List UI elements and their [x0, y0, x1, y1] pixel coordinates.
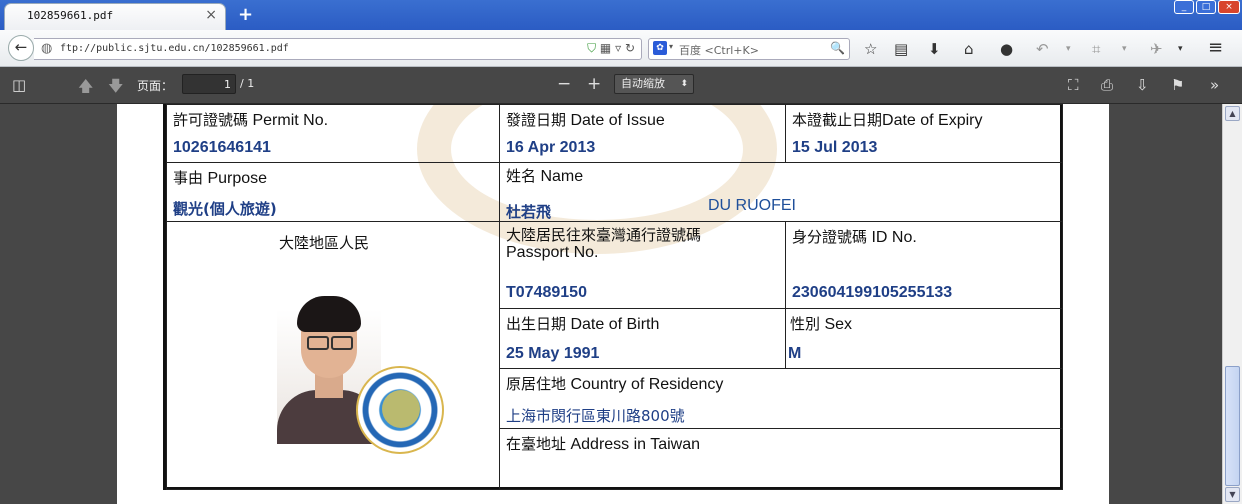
zoom-in-button[interactable]: + [587, 74, 601, 94]
navigation-bar: ◍ ftp://public.sjtu.edu.cn/102859661.pdf… [0, 30, 1242, 67]
zoom-select[interactable]: 自动缩放 ⬍ [614, 74, 694, 94]
url-bar[interactable]: ◍ ftp://public.sjtu.edu.cn/102859661.pdf… [34, 38, 642, 60]
url-actions: ⛉ ▦ ▿ ↻ [587, 41, 635, 56]
expiry-date-label: 本證截止日期Date of Expiry [792, 111, 983, 129]
pdf-toolbar: ◫ 🡅 🡇 页面： / 1 − + 自动缩放 ⬍ ⛶ ⎙ ⇩ ⚑ » [0, 67, 1242, 104]
scroll-down-arrow-icon[interactable]: ▼ [1225, 487, 1240, 502]
shield-icon[interactable]: ⛉ [587, 41, 596, 55]
tab-title: 102859661.pdf [27, 9, 114, 22]
previous-page-icon[interactable]: 🡅 [78, 76, 93, 101]
back-arrow-icon: ← [14, 38, 28, 56]
pdf-page: 許可證號碼 Permit No. 10261646141 發證日期 Date o… [117, 104, 1109, 504]
id-no-label: 身分證號碼 ID No. [792, 228, 917, 246]
undo-dropdown-icon[interactable]: ▾ [1066, 44, 1071, 54]
zoom-out-button[interactable]: − [557, 74, 571, 94]
crop-icon[interactable]: ⌗ [1092, 40, 1100, 58]
home-icon[interactable]: ⌂ [964, 40, 974, 58]
extension-dropdown-icon[interactable]: ▾ [1178, 44, 1183, 54]
chat-icon[interactable]: ● [1000, 40, 1013, 58]
close-window-button[interactable]: × [1218, 0, 1240, 14]
scrollbar-thumb[interactable] [1225, 366, 1240, 486]
url-text[interactable]: ftp://public.sjtu.edu.cn/102859661.pdf [60, 43, 289, 54]
residency-cell: 原居住地 Country of Residency 上海市閔行區東川路800號 [499, 368, 1063, 429]
next-page-icon[interactable]: 🡇 [108, 76, 123, 101]
print-icon[interactable]: ⎙ [1101, 76, 1113, 94]
title-bar: 102859661.pdf × + _ □ × [0, 0, 1242, 30]
bookmark-star-icon[interactable]: ☆ [864, 40, 877, 58]
maximize-button[interactable]: □ [1196, 0, 1216, 14]
residency-label: 原居住地 Country of Residency [506, 375, 724, 393]
issue-date-cell: 發證日期 Date of Issue 16 Apr 2013 [499, 104, 786, 163]
permit-no-label: 許可證號碼 Permit No. [173, 111, 329, 129]
zoom-dropdown-icon: ⬍ [680, 79, 688, 89]
name-cell: 姓名 Name 杜若飛 DU RUOFEI [499, 162, 1063, 222]
engine-dropdown-icon[interactable]: ▾ [669, 42, 673, 51]
reload-icon[interactable]: ↻ [625, 41, 635, 55]
search-placeholder: 百度 <Ctrl+K> [679, 44, 759, 57]
immigration-agency-seal [356, 366, 444, 454]
baidu-paw-icon[interactable]: ✿ [653, 41, 667, 55]
id-no-cell: 身分證號碼 ID No. 230604199105255133 [785, 221, 1063, 309]
page-label: 页面： [137, 79, 174, 93]
entry-permit-card: 許可證號碼 Permit No. 10261646141 發證日期 Date o… [163, 104, 1063, 490]
passport-no-label-en: Passport No. [506, 244, 599, 261]
extension-icon[interactable]: ✈ [1150, 40, 1163, 58]
passport-no-label-zh: 大陸居民往來臺灣通行證號碼 [506, 226, 702, 244]
new-tab-button[interactable]: + [238, 4, 253, 25]
reading-list-icon[interactable]: ▤ [894, 40, 908, 58]
photo-caption: 大陸地區人民 [279, 234, 370, 252]
name-value-en: DU RUOFEI [708, 197, 796, 214]
sex-label: 性別 Sex [790, 315, 853, 333]
vertical-scrollbar[interactable]: ▲ ▼ [1222, 104, 1242, 504]
sidebar-toggle-icon[interactable]: ◫ [12, 76, 26, 94]
tab-close-icon[interactable]: × [205, 7, 217, 23]
presentation-mode-icon[interactable]: ⛶ [1068, 76, 1079, 94]
permit-no-cell: 許可證號碼 Permit No. 10261646141 [166, 104, 500, 163]
scroll-up-arrow-icon[interactable]: ▲ [1225, 106, 1240, 121]
tools-icon[interactable]: » [1210, 76, 1219, 94]
save-icon[interactable]: ⇩ [1136, 76, 1149, 94]
sex-value: M [788, 345, 802, 362]
issue-date-value: 16 Apr 2013 [506, 139, 596, 156]
address-taiwan-cell: 在臺地址 Address in Taiwan [499, 428, 1063, 490]
search-icon[interactable]: 🔍 [830, 41, 845, 55]
expiry-date-value: 15 Jul 2013 [792, 139, 878, 156]
menu-icon[interactable]: ≡ [1208, 37, 1223, 58]
expiry-date-cell: 本證截止日期Date of Expiry 15 Jul 2013 [785, 104, 1063, 163]
id-no-value: 230604199105255133 [792, 284, 953, 301]
back-button[interactable]: ← [8, 35, 34, 61]
bookmark-icon[interactable]: ⚑ [1171, 76, 1184, 94]
crop-dropdown-icon[interactable]: ▾ [1122, 44, 1127, 54]
name-label: 姓名 Name [506, 167, 584, 185]
birth-date-label: 出生日期 Date of Birth [506, 315, 660, 333]
passport-no-cell: 大陸居民往來臺灣通行證號碼 Passport No. T07489150 [499, 221, 786, 309]
zoom-value: 自动缩放 [621, 77, 665, 90]
sex-cell: 性別 Sex M [785, 308, 1063, 369]
dropdown-icon[interactable]: ▿ [615, 41, 621, 55]
passport-no-value: T07489150 [506, 284, 587, 301]
tab-pdf[interactable]: 102859661.pdf × [4, 3, 226, 30]
birth-date-cell: 出生日期 Date of Birth 25 May 1991 [499, 308, 786, 369]
page-number-input[interactable] [182, 74, 236, 94]
minimize-button[interactable]: _ [1174, 0, 1194, 14]
name-value-zh: 杜若飛 [506, 203, 552, 221]
download-icon[interactable]: ⬇ [928, 40, 941, 58]
search-bar[interactable]: ✿ ▾ 百度 <Ctrl+K> 🔍 [648, 38, 850, 60]
qr-code-icon[interactable]: ▦ [600, 41, 611, 55]
purpose-cell: 事由 Purpose 觀光(個人旅遊) [166, 162, 500, 222]
permit-no-value: 10261646141 [173, 139, 271, 156]
residency-value: 上海市閔行區東川路800號 [506, 407, 685, 425]
address-taiwan-label: 在臺地址 Address in Taiwan [506, 435, 701, 453]
birth-date-value: 25 May 1991 [506, 345, 600, 362]
page-total: / 1 [240, 77, 255, 90]
purpose-label: 事由 Purpose [173, 169, 268, 187]
purpose-value: 觀光(個人旅遊) [173, 200, 277, 218]
issue-date-label: 發證日期 Date of Issue [506, 111, 665, 129]
undo-icon[interactable]: ↶ [1036, 40, 1049, 58]
globe-icon: ◍ [41, 41, 53, 56]
pdf-viewer[interactable]: 許可證號碼 Permit No. 10261646141 發證日期 Date o… [0, 104, 1222, 504]
